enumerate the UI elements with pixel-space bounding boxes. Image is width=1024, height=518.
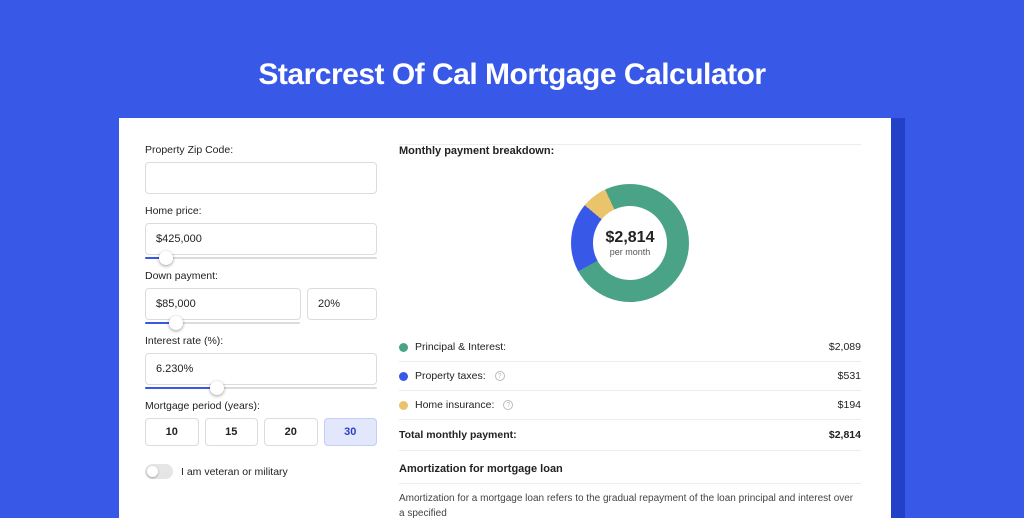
breakdown-item: Principal & Interest: $2,089 [399, 333, 861, 361]
breakdown-item: Home insurance:? $194 [399, 391, 861, 419]
breakdown-label: Property taxes: [415, 370, 486, 382]
breakdown-label: Principal & Interest: [415, 341, 506, 353]
breakdown-title: Monthly payment breakdown: [399, 144, 861, 165]
home-price-group: Home price: [145, 205, 377, 259]
toggle-knob [147, 466, 158, 477]
period-button-30[interactable]: 30 [324, 418, 378, 446]
down-payment-slider[interactable] [145, 322, 300, 324]
legend-dot [399, 401, 408, 410]
donut-center: $2,814 per month [593, 206, 667, 280]
period-button-15[interactable]: 15 [205, 418, 259, 446]
page-title: Starcrest Of Cal Mortgage Calculator [258, 58, 765, 92]
breakdown-value: $531 [838, 370, 861, 382]
veteran-toggle[interactable] [145, 464, 173, 479]
zip-label: Property Zip Code: [145, 144, 377, 156]
calculator-card: Property Zip Code: Home price: Down paym… [119, 118, 891, 518]
total-row: Total monthly payment: $2,814 [399, 420, 861, 450]
veteran-row: I am veteran or military [145, 464, 377, 479]
help-icon[interactable]: ? [495, 371, 505, 381]
down-payment-input[interactable] [145, 288, 301, 320]
slider-thumb[interactable] [159, 251, 173, 265]
down-payment-label: Down payment: [145, 270, 377, 282]
total-label: Total monthly payment: [399, 429, 517, 441]
home-price-input[interactable] [145, 223, 377, 255]
slider-thumb[interactable] [210, 381, 224, 395]
period-button-10[interactable]: 10 [145, 418, 199, 446]
down-payment-pct-input[interactable] [307, 288, 377, 320]
slider-thumb[interactable] [169, 316, 183, 330]
interest-rate-group: Interest rate (%): [145, 335, 377, 389]
interest-rate-slider[interactable] [145, 387, 377, 389]
breakdown-label: Home insurance: [415, 399, 494, 411]
legend-dot [399, 372, 408, 381]
breakdown-item: Property taxes:? $531 [399, 362, 861, 390]
help-icon[interactable]: ? [503, 400, 513, 410]
veteran-label: I am veteran or military [181, 466, 288, 478]
amortization-body: Amortization for a mortgage loan refers … [399, 492, 861, 518]
period-label: Mortgage period (years): [145, 400, 377, 412]
zip-input[interactable] [145, 162, 377, 194]
breakdown-value: $194 [838, 399, 861, 411]
period-button-20[interactable]: 20 [264, 418, 318, 446]
down-payment-group: Down payment: [145, 270, 377, 324]
donut-sub: per month [610, 247, 651, 257]
breakdown-panel: Monthly payment breakdown: $2,814 per mo… [399, 118, 891, 518]
legend-dot [399, 343, 408, 352]
breakdown-value: $2,089 [829, 341, 861, 353]
zip-group: Property Zip Code: [145, 144, 377, 194]
donut-amount: $2,814 [606, 229, 655, 247]
period-group: Mortgage period (years): 10152030 [145, 400, 377, 446]
home-price-slider[interactable] [145, 257, 377, 259]
amortization-title: Amortization for mortgage loan [399, 451, 861, 483]
interest-rate-label: Interest rate (%): [145, 335, 377, 347]
home-price-label: Home price: [145, 205, 377, 217]
total-value: $2,814 [829, 429, 861, 441]
form-panel: Property Zip Code: Home price: Down paym… [119, 118, 399, 518]
interest-rate-input[interactable] [145, 353, 377, 385]
card-shadow: Property Zip Code: Home price: Down paym… [119, 118, 905, 518]
donut-chart: $2,814 per month [399, 173, 861, 313]
